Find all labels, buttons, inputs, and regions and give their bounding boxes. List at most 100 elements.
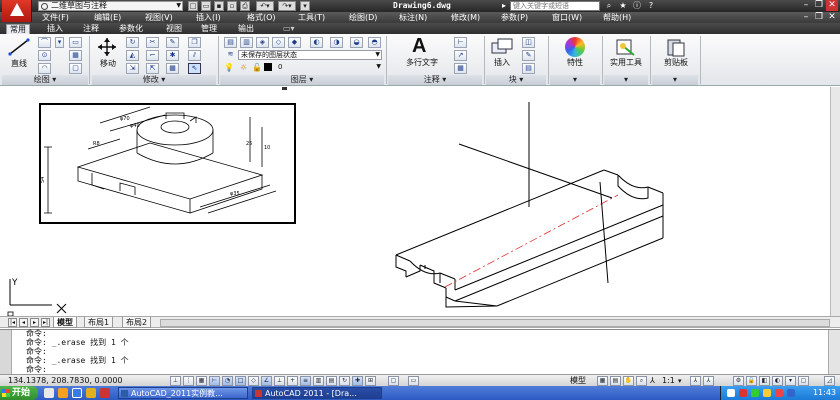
3d-object-snap-icon[interactable]: ◇ — [248, 376, 259, 386]
more-icon[interactable]: ▾ — [300, 1, 310, 11]
mtext-label[interactable]: 多行文字 — [400, 57, 444, 68]
tab-view[interactable]: 视图 — [163, 24, 185, 34]
center-line[interactable] — [444, 194, 619, 288]
annotation-visibility-icon[interactable]: ⅄ — [690, 376, 701, 386]
tray-volume-icon[interactable] — [763, 389, 771, 397]
tab-home[interactable]: 常用 — [6, 24, 30, 34]
erase-icon[interactable]: ✎ — [166, 37, 179, 48]
model-toggle-icon[interactable]: ▢ — [388, 376, 399, 386]
minimize-button[interactable]: – — [800, 0, 812, 11]
drawing-vertical-scrollbar[interactable] — [830, 87, 840, 316]
block-panel-title[interactable]: 块 ▾ — [486, 75, 546, 85]
ortho-mode-icon[interactable]: ⊢ — [209, 376, 220, 386]
insert-block-label[interactable]: 插入 — [488, 57, 516, 68]
object-snap-tracking-icon[interactable]: ∠ — [261, 376, 272, 386]
menu-window[interactable]: 窗口(W) — [552, 12, 582, 23]
layer-color-swatch[interactable] — [264, 63, 272, 71]
array-icon[interactable]: ▦ — [166, 63, 179, 74]
dynamic-input-icon[interactable]: + — [287, 376, 298, 386]
lightbulb-icon[interactable]: 💡 — [224, 63, 234, 72]
doc-close-button[interactable]: ✕ — [826, 12, 838, 23]
construction-line-right[interactable] — [599, 181, 609, 284]
zoom-icon[interactable]: ⌕ — [636, 376, 647, 386]
tab-insert[interactable]: 插入 — [44, 24, 66, 34]
drawing-horizontal-scrollbar[interactable] — [160, 319, 830, 327]
dynamic-ucs-icon[interactable]: ⟂ — [274, 376, 285, 386]
transparency-icon[interactable]: ▥ — [313, 376, 324, 386]
edit-block-icon[interactable]: ✎ — [522, 50, 535, 61]
table-icon[interactable]: ▦ — [454, 63, 467, 74]
object-snap-icon[interactable]: □ — [235, 376, 246, 386]
explode-icon[interactable]: ✱ — [166, 50, 179, 61]
rotate-icon[interactable]: ↻ — [126, 37, 139, 48]
start-button[interactable]: 开始 — [0, 386, 38, 400]
show-desktop-icon[interactable] — [44, 388, 54, 398]
lineweight-icon[interactable]: ≡ — [300, 376, 311, 386]
utilities-panel-title[interactable]: ▾ — [604, 75, 648, 85]
polyline-icon[interactable]: ⌒ — [38, 37, 51, 48]
selection-cycling-icon[interactable]: ↻ — [339, 376, 350, 386]
tray-network-icon[interactable] — [751, 389, 759, 397]
layer-states-icon[interactable]: ▥ — [240, 37, 253, 48]
open-file-icon[interactable]: ▭ — [201, 1, 211, 11]
prev-layout-button[interactable]: ◂ — [19, 318, 28, 327]
attribute-icon[interactable]: ▤ — [522, 63, 535, 74]
isolate-objects-icon[interactable]: ◐ — [772, 376, 783, 386]
tab-model[interactable]: 模型 — [53, 317, 77, 328]
clipboard-label[interactable]: 剪贴板 — [654, 57, 698, 68]
offset-icon[interactable]: ⫽ — [188, 50, 201, 61]
mirror-icon[interactable]: ◭ — [126, 50, 139, 61]
clean-screen-icon[interactable]: ▢ — [798, 376, 809, 386]
print-icon[interactable]: ⎙ — [240, 1, 250, 11]
scale-icon[interactable]: ⇱ — [146, 63, 159, 74]
tray-app-icon[interactable] — [775, 389, 783, 397]
pan-icon[interactable]: ✋ — [623, 376, 634, 386]
properties-label[interactable]: 特性 — [556, 57, 594, 68]
properties-color-wheel-icon[interactable] — [565, 37, 585, 57]
quick-view-layouts-icon[interactable]: ▦ — [597, 376, 608, 386]
workspace-dropdown[interactable]: 二维草图与注释 ▼ — [38, 1, 183, 11]
undo-icon[interactable]: ↶▾ — [256, 1, 274, 11]
tray-update-icon[interactable] — [787, 389, 795, 397]
status-menu-icon[interactable]: ▾ — [785, 376, 796, 386]
info-icon[interactable]: ⓘ — [632, 1, 642, 11]
clipboard-icon[interactable] — [666, 37, 686, 57]
quick-view-drawings-icon[interactable]: ▤ — [610, 376, 621, 386]
toolbar-lock-icon[interactable]: 🔒 — [746, 376, 757, 386]
explorer-icon[interactable] — [86, 388, 96, 398]
leader-icon[interactable]: ↗ — [454, 50, 467, 61]
menu-view[interactable]: 视图(V) — [145, 12, 173, 23]
help-search-input[interactable]: 键入关键字或短语 — [510, 1, 600, 11]
layer-tool-1-icon[interactable]: ◈ — [256, 37, 269, 48]
tab-manage[interactable]: 管理 — [198, 24, 220, 34]
current-layer-dropdown[interactable]: 0 ▼ — [276, 63, 382, 73]
command-window[interactable]: 命令: 命令: _.erase 找到 1 个 命令: 命令: _.erase 找… — [0, 329, 840, 375]
tray-input-icon[interactable] — [727, 389, 735, 397]
redo-icon[interactable]: ↷▾ — [278, 1, 296, 11]
star-icon[interactable]: ★ — [618, 1, 628, 11]
construction-line-diagonal[interactable] — [458, 143, 613, 199]
reference-image[interactable]: 54 φ70 φ40 φ35 25 10 R8 — [39, 103, 296, 224]
save-icon[interactable]: ▪ — [214, 1, 224, 11]
line-tool-icon[interactable] — [8, 38, 30, 56]
stretch-icon[interactable]: ⇲ — [126, 63, 139, 74]
tab-output[interactable]: 输出 — [235, 24, 257, 34]
menu-insert[interactable]: 插入(I) — [196, 12, 221, 23]
move-tool-icon[interactable] — [96, 37, 118, 57]
browser-icon[interactable] — [58, 388, 68, 398]
first-layout-button[interactable]: |◂ — [8, 318, 17, 327]
model-space-icon[interactable]: ⊞ — [365, 376, 376, 386]
menu-help[interactable]: 帮助(H) — [603, 12, 631, 23]
draw-dropdown-icon[interactable]: ▾ — [55, 37, 64, 48]
menu-tools[interactable]: 工具(T) — [298, 12, 325, 23]
create-block-icon[interactable]: ◫ — [522, 37, 535, 48]
close-button[interactable]: ✕ — [826, 0, 838, 11]
circle-icon[interactable]: ⊙ — [38, 50, 51, 61]
rectangle-icon[interactable]: ▭ — [69, 37, 82, 48]
menu-draw[interactable]: 绘图(D) — [349, 12, 377, 23]
tab-parametric[interactable]: 参数化 — [116, 24, 146, 34]
save-as-icon[interactable]: ▫ — [227, 1, 237, 11]
doc-restore-button[interactable]: ❐ — [813, 12, 825, 23]
layer-tool-7-icon[interactable]: ◓ — [368, 37, 381, 48]
layer-state-dropdown[interactable]: 未保存的图层状态 ▼ — [238, 50, 382, 60]
